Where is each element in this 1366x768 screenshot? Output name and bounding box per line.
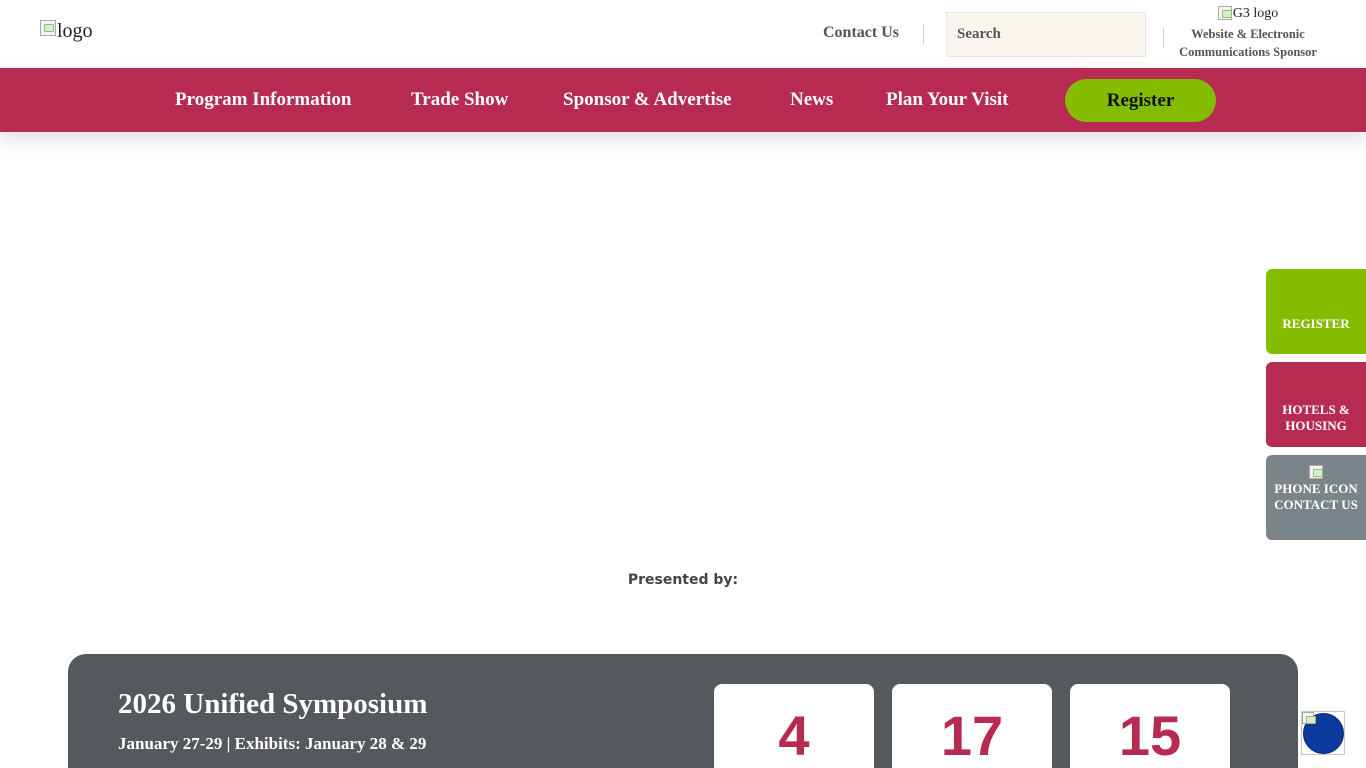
side-tab-register[interactable]: REGISTER: [1266, 269, 1366, 354]
side-tab-contact-label: CONTACT US: [1274, 497, 1358, 512]
side-tab-contact-us[interactable]: PHONE ICON CONTACT US: [1266, 455, 1366, 540]
divider: [923, 24, 924, 44]
nav-news[interactable]: News: [790, 89, 833, 111]
countdown-value: 17: [940, 704, 1004, 767]
register-button[interactable]: Register: [1065, 79, 1216, 122]
countdown-box: 15: [1070, 684, 1230, 768]
countdown-box: 4: [714, 684, 874, 768]
countdown-value: 15: [1118, 704, 1182, 767]
phone-icon: PHONE ICON: [1266, 465, 1366, 497]
event-countdown-card: 2026 Unified Symposium January 27-29 | E…: [68, 654, 1298, 768]
countdown-value: 4: [778, 704, 810, 767]
main-nav: Program Information Trade Show Sponsor &…: [0, 68, 1366, 132]
sponsor-block: G3 logo Website & Electronic Communicati…: [1168, 6, 1328, 61]
phone-icon-alt-text: PHONE ICON: [1274, 481, 1358, 496]
nav-program-information[interactable]: Program Information: [175, 89, 351, 111]
sponsor-logo[interactable]: G3 logo: [1217, 6, 1279, 22]
broken-image-icon: [1217, 6, 1232, 20]
sponsor-logo-alt-text: G3 logo: [1232, 6, 1279, 21]
presented-by-label: Presented by:: [627, 572, 739, 588]
side-tab-hotels-label: HOTELS & HOUSING: [1282, 402, 1350, 433]
contact-us-link[interactable]: Contact Us: [823, 24, 899, 42]
nav-sponsor-advertise[interactable]: Sponsor & Advertise: [563, 89, 732, 111]
logo-alt-text: logo: [57, 20, 93, 42]
divider: [1163, 28, 1164, 48]
countdown-box: 17: [892, 684, 1052, 768]
side-tab-hotels-housing[interactable]: HOTELS & HOUSING: [1266, 362, 1366, 447]
sponsor-caption: Website & Electronic Communications Spon…: [1179, 27, 1317, 59]
broken-image-icon: [1308, 465, 1323, 479]
nav-trade-show[interactable]: Trade Show: [411, 89, 508, 111]
site-logo[interactable]: logo: [40, 20, 93, 43]
broken-image-icon: [40, 20, 56, 36]
accessibility-widget-button[interactable]: [1301, 711, 1345, 755]
nav-plan-your-visit[interactable]: Plan Your Visit: [886, 89, 1008, 111]
broken-image-icon: [1302, 712, 1316, 724]
side-tab-register-label: REGISTER: [1282, 316, 1350, 331]
event-dates: January 27-29 | Exhibits: January 28 & 2…: [118, 734, 427, 753]
search-input[interactable]: [946, 12, 1146, 57]
event-title: 2026 Unified Symposium: [118, 688, 428, 720]
top-header: logo Contact Us G3 logo Website & Electr…: [0, 0, 1366, 68]
